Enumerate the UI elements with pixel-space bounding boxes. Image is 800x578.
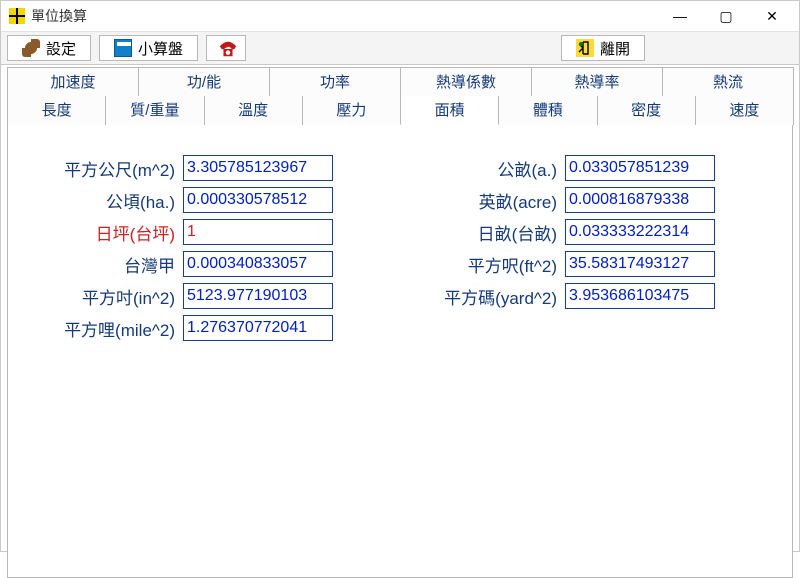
input-yd2[interactable] [565, 283, 715, 309]
label-tsubo: 日坪(台坪) [18, 220, 183, 245]
field-row-in2: 平方吋(in^2) [18, 283, 400, 309]
tab-temp[interactable]: 溫度 [204, 96, 303, 125]
tab-thermr[interactable]: 熱導率 [531, 67, 663, 96]
label-acre: 英畝(acre) [400, 188, 565, 213]
tab-label: 功/能 [187, 74, 221, 91]
tab-label: 功率 [320, 74, 350, 91]
maximize-button[interactable]: ▢ [703, 1, 749, 31]
tab-label: 熱導係數 [436, 74, 496, 91]
tab-mass[interactable]: 質/重量 [105, 96, 204, 125]
tab-label: 面積 [435, 102, 465, 119]
field-row-m2: 平方公尺(m^2) [18, 155, 400, 181]
app-icon [9, 8, 25, 24]
label-yd2: 平方碼(yard^2) [400, 284, 565, 309]
field-row-are: 公畝(a.) [400, 155, 782, 181]
calculator-label: 小算盤 [138, 38, 183, 59]
field-row-jia: 台灣甲 [18, 251, 400, 277]
tab-speed[interactable]: 速度 [695, 96, 794, 125]
input-jia[interactable] [183, 251, 333, 277]
label-ha: 公頃(ha.) [18, 188, 183, 213]
toolbar: 設定 小算盤 離開 [1, 31, 799, 65]
label-are: 公畝(a.) [400, 156, 565, 181]
field-row-jse: 日畝(台畝) [400, 219, 782, 245]
tab-label: 壓力 [336, 102, 366, 119]
tab-label: 熱導率 [574, 74, 619, 91]
input-jse[interactable] [565, 219, 715, 245]
input-tsubo[interactable] [183, 219, 333, 245]
tab-area[interactable]: 面積 [400, 96, 499, 125]
input-acre[interactable] [565, 187, 715, 213]
minimize-button[interactable]: — [657, 1, 703, 31]
tab-accel[interactable]: 加速度 [7, 67, 139, 96]
tab-label: 加速度 [50, 74, 95, 91]
close-button[interactable]: ✕ [749, 1, 795, 31]
tab-press[interactable]: 壓力 [302, 96, 401, 125]
tab-label: 密度 [631, 102, 661, 119]
tab-label: 速度 [729, 102, 759, 119]
tab-label: 熱流 [713, 74, 743, 91]
tab-work[interactable]: 功/能 [138, 67, 270, 96]
label-jse: 日畝(台畝) [400, 220, 565, 245]
field-row-ft2: 平方呎(ft^2) [400, 251, 782, 277]
gear-icon [22, 39, 40, 57]
input-ft2[interactable] [565, 251, 715, 277]
tab-label: 溫度 [238, 102, 268, 119]
tab-label: 長度 [42, 102, 72, 119]
label-ft2: 平方呎(ft^2) [400, 252, 565, 277]
input-m2[interactable] [183, 155, 333, 181]
tab-label: 體積 [533, 102, 563, 119]
tab-heatf[interactable]: 熱流 [662, 67, 794, 96]
field-row-yd2: 平方碼(yard^2) [400, 283, 782, 309]
calculator-icon [114, 39, 132, 57]
calculator-button[interactable]: 小算盤 [99, 35, 198, 61]
field-row-ha: 公頃(ha.) [18, 187, 400, 213]
label-jia: 台灣甲 [18, 252, 183, 277]
label-mile2: 平方哩(mile^2) [18, 316, 183, 341]
input-are[interactable] [565, 155, 715, 181]
tab-power[interactable]: 功率 [269, 67, 401, 96]
titlebar: 單位換算 — ▢ ✕ [1, 1, 799, 31]
window-title: 單位換算 [31, 6, 87, 26]
label-m2: 平方公尺(m^2) [18, 156, 183, 181]
field-row-tsubo: 日坪(台坪) [18, 219, 400, 245]
tab-panel-area: 平方公尺(m^2) 公頃(ha.) 日坪(台坪) 台灣甲平方吋(in^2) 平方哩(mi… [7, 124, 793, 578]
tabs: 加速度 功/能 功率 熱導係數 熱導率 熱流 長度 質/重量 溫度 壓力 面積 體積 密度 速度 平方公… [1, 65, 799, 578]
settings-label: 設定 [46, 38, 76, 59]
tab-length[interactable]: 長度 [7, 96, 106, 125]
label-in2: 平方吋(in^2) [18, 284, 183, 309]
tab-label: 質/重量 [130, 102, 179, 119]
exit-icon [576, 39, 594, 57]
app-window: 單位換算 — ▢ ✕ 設定 小算盤 離開 加速度功/能功率熱導係數熱導率熱 [0, 0, 800, 552]
tab-density[interactable]: 密度 [597, 96, 696, 125]
input-ha[interactable] [183, 187, 333, 213]
input-in2[interactable] [183, 283, 333, 309]
field-row-mile2: 平方哩(mile^2) [18, 315, 400, 341]
exit-label: 離開 [600, 38, 630, 59]
tab-thermc[interactable]: 熱導係數 [400, 67, 532, 96]
field-row-acre: 英畝(acre) [400, 187, 782, 213]
phone-icon [217, 39, 235, 57]
tab-volume[interactable]: 體積 [498, 96, 597, 125]
settings-button[interactable]: 設定 [7, 35, 91, 61]
input-mile2[interactable] [183, 315, 333, 341]
exit-button[interactable]: 離開 [561, 35, 645, 61]
phone-button[interactable] [206, 35, 246, 61]
